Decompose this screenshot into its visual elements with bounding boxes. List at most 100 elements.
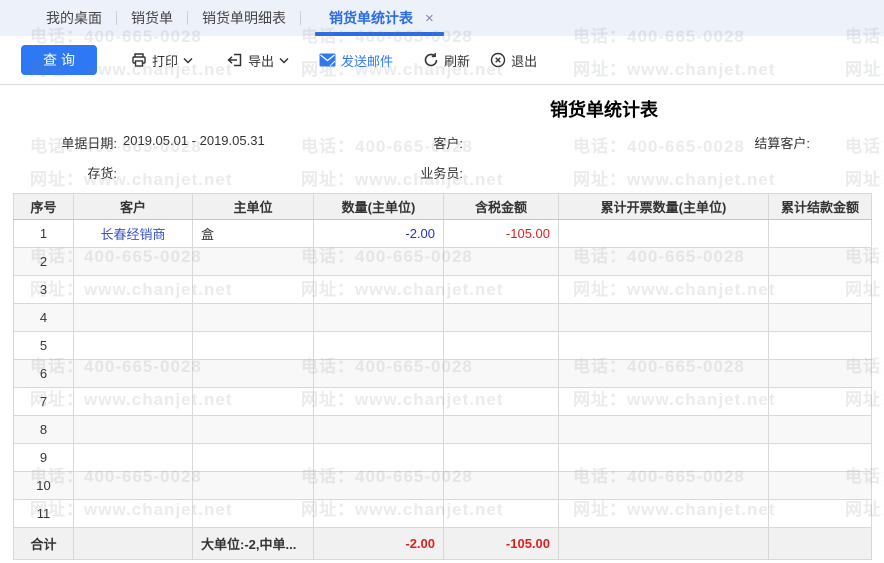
- tab-close-icon[interactable]: ×: [419, 9, 440, 28]
- cell-no: 10: [13, 471, 74, 500]
- watermark-text: 网址：www.chanjet.net: [573, 170, 776, 189]
- table-row[interactable]: 4: [13, 303, 872, 332]
- cell-settle-amount: [768, 415, 872, 444]
- cell-unit: [192, 359, 314, 388]
- refresh-button[interactable]: 刷新: [423, 51, 470, 70]
- page-title: 销货单统计表: [550, 100, 658, 120]
- exit-button[interactable]: 退出: [490, 51, 537, 70]
- cell-customer: [73, 499, 193, 528]
- filter-date-label: 单据日期:: [61, 136, 117, 151]
- table-row[interactable]: 11: [13, 499, 872, 528]
- cell-customer: [73, 275, 193, 304]
- cell-amount: [443, 275, 559, 304]
- tab-my-desktop[interactable]: 我的桌面: [32, 0, 116, 36]
- cell-settle-amount: [768, 275, 872, 304]
- cell-invoice-qty: [558, 527, 769, 560]
- cell-qty: [313, 359, 444, 388]
- filter-settle-customer-label: 结算客户:: [754, 136, 810, 151]
- header-cell-settle-amount[interactable]: 累计结款金额: [768, 193, 872, 220]
- cell-amount: [443, 415, 559, 444]
- send-email-button[interactable]: 发送邮件: [319, 51, 393, 70]
- cell-amount: [443, 443, 559, 472]
- report-table: 序号 客户 主单位 数量(主单位) 含税金额 累计开票数量(主单位) 累计结款金额 1 长春经…: [13, 193, 872, 560]
- print-button[interactable]: 打印: [131, 51, 193, 70]
- table-row[interactable]: 3: [13, 275, 872, 304]
- mail-icon: [319, 53, 336, 67]
- cell-settle-amount: [768, 471, 872, 500]
- cell-no: 2: [13, 247, 74, 276]
- tab-label: 销货单明细表: [202, 10, 286, 26]
- cell-unit: [192, 443, 314, 472]
- table-row[interactable]: 8: [13, 415, 872, 444]
- table-row[interactable]: 5: [13, 331, 872, 360]
- cell-settle-amount: [768, 247, 872, 276]
- chevron-down-icon: [183, 57, 193, 64]
- cell-settle-amount: [768, 387, 872, 416]
- cell-no: 4: [13, 303, 74, 332]
- send-email-label: 发送邮件: [341, 53, 394, 69]
- cell-settle-amount: [768, 331, 872, 360]
- cell-unit: [192, 471, 314, 500]
- cell-no: 3: [13, 275, 74, 304]
- watermark-text: 电话：400-665-0028: [845, 137, 884, 156]
- tab-separator: [300, 11, 301, 25]
- header-cell-invoice-qty[interactable]: 累计开票数量(主单位): [558, 193, 769, 220]
- table-row[interactable]: 2: [13, 247, 872, 276]
- cell-customer: [73, 527, 193, 560]
- watermark-text: 网址：www.chanjet.net: [845, 170, 884, 189]
- cell-invoice-qty: [558, 359, 769, 388]
- cell-invoice-qty: [558, 247, 769, 276]
- cell-customer: [73, 387, 193, 416]
- cell-invoice-qty: [558, 499, 769, 528]
- table-body: 1 长春经销商盒 -2.00 -105.00 2 3 4 5 6 7 8 9 10 11: [13, 219, 872, 528]
- cell-qty: [313, 331, 444, 360]
- table-row[interactable]: 10: [13, 471, 872, 500]
- cell-amount: -105.00: [443, 219, 559, 248]
- cell-qty: [313, 415, 444, 444]
- cell-qty: [313, 471, 444, 500]
- table-row[interactable]: 9: [13, 443, 872, 472]
- cell-qty: [313, 275, 444, 304]
- tab-sales-order-stats[interactable]: 销货单统计表: [319, 8, 419, 28]
- cell-customer: [73, 359, 193, 388]
- cell-invoice-qty: [558, 275, 769, 304]
- table-row[interactable]: 1 长春经销商盒 -2.00 -105.00: [13, 219, 872, 248]
- cell-no: 1: [13, 219, 74, 248]
- filter-date-value[interactable]: 2019.05.01 - 2019.05.31: [123, 133, 265, 148]
- table-row[interactable]: 6: [13, 359, 872, 388]
- cell-customer: [73, 471, 193, 500]
- cell-qty: [313, 387, 444, 416]
- cell-no: 11: [13, 499, 74, 528]
- header-cell-unit[interactable]: 主单位: [192, 193, 314, 220]
- cell-unit: [192, 303, 314, 332]
- header-cell-no[interactable]: 序号: [13, 193, 74, 220]
- app-window: 我的桌面 销货单 销货单明细表 销货单统计表 × 查询 打印 导出 发送邮件 刷…: [0, 0, 884, 563]
- cell-unit: [192, 415, 314, 444]
- export-label: 导出: [248, 53, 275, 69]
- cell-amount: [443, 359, 559, 388]
- tab-sales-order[interactable]: 销货单: [117, 0, 187, 36]
- tab-label: 销货单统计表: [329, 10, 413, 26]
- cell-invoice-qty: [558, 415, 769, 444]
- cell-invoice-qty: [558, 303, 769, 332]
- cell-unit: [192, 499, 314, 528]
- toolbar: 查询 打印 导出 发送邮件 刷新 退出: [0, 36, 884, 85]
- tab-sales-order-detail[interactable]: 销货单明细表: [188, 0, 300, 36]
- cell-qty: -2.00: [313, 527, 444, 560]
- cell-invoice-qty: [558, 331, 769, 360]
- query-button[interactable]: 查询: [21, 45, 97, 75]
- header-cell-customer[interactable]: 客户: [73, 193, 193, 220]
- filter-customer-label: 客户:: [433, 136, 463, 151]
- header-cell-qty[interactable]: 数量(主单位): [313, 193, 444, 220]
- tab-label: 销货单: [131, 10, 173, 26]
- cell-no: 9: [13, 443, 74, 472]
- tab-sales-order-stats-active[interactable]: 销货单统计表 ×: [315, 0, 444, 36]
- cell-invoice-qty: [558, 471, 769, 500]
- table-row[interactable]: 7: [13, 387, 872, 416]
- export-button[interactable]: 导出: [227, 51, 289, 70]
- header-cell-amount[interactable]: 含税金额: [443, 193, 559, 220]
- cell-no: 6: [13, 359, 74, 388]
- cell-customer: [73, 443, 193, 472]
- cell-customer: [73, 415, 193, 444]
- cell-settle-amount: [768, 443, 872, 472]
